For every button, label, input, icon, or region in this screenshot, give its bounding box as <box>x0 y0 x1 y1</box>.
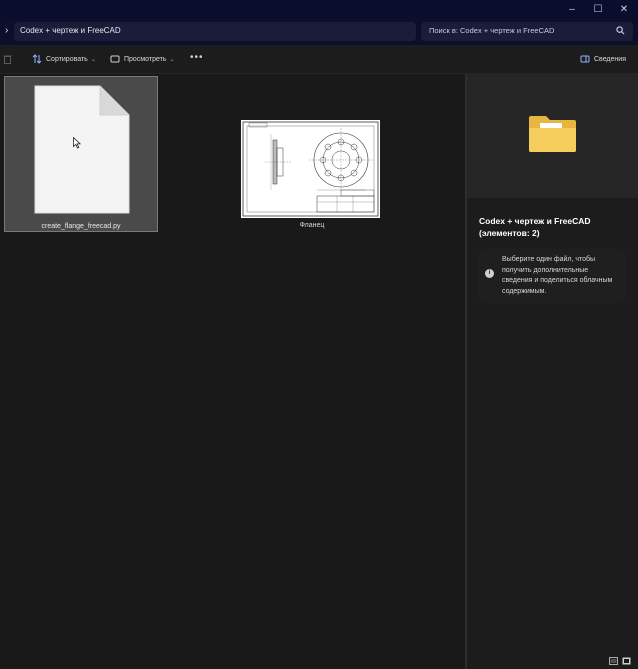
info-message: Выберите один файл, чтобы получить допол… <box>502 256 613 295</box>
chevron-right-icon[interactable]: › <box>5 25 8 36</box>
breadcrumb-folder[interactable]: Codex + чертеж и FreeCAD <box>20 26 121 35</box>
view-button[interactable]: Просмотреть ⌄ <box>110 53 175 65</box>
info-icon: i <box>485 269 494 278</box>
search-placeholder: Поиск в: Codex + чертеж и FreeCAD <box>429 26 555 35</box>
title-bar: – ☐ ✕ <box>0 0 638 18</box>
drawing-thumbnail[interactable] <box>241 120 380 218</box>
sort-label: Сортировать <box>46 55 88 63</box>
details-label: Сведения <box>594 55 626 63</box>
info-card: i Выберите один файл, чтобы получить доп… <box>479 249 625 303</box>
sort-button[interactable]: Сортировать ⌄ <box>32 53 96 65</box>
details-title: Codex + чертеж и FreeCAD (элементов: 2) <box>479 216 591 238</box>
search-input[interactable]: Поиск в: Codex + чертеж и FreeCAD <box>421 22 633 41</box>
sort-icon <box>32 54 42 64</box>
details-pane-button[interactable]: Сведения <box>580 53 626 65</box>
file-name[interactable]: create_flange_freecad.py <box>5 223 157 230</box>
delete-icon[interactable] <box>3 54 12 64</box>
search-icon[interactable] <box>616 26 625 35</box>
chevron-down-icon: ⌄ <box>90 56 96 63</box>
command-toolbar: Сортировать ⌄ Просмотреть ⌄ ••• Сведения <box>0 45 638 74</box>
minimize-button[interactable]: – <box>558 0 586 18</box>
details-pane-icon <box>580 55 590 63</box>
preview-area <box>467 74 638 198</box>
file-name[interactable]: Фланец <box>236 222 388 229</box>
document-icon <box>34 85 130 214</box>
details-view-icon[interactable] <box>609 657 618 665</box>
view-label: Просмотреть <box>124 55 167 63</box>
tiles-view-icon[interactable] <box>622 657 631 665</box>
close-button[interactable]: ✕ <box>610 0 638 18</box>
details-pane: Codex + чертеж и FreeCAD (элементов: 2) … <box>467 74 638 669</box>
maximize-button[interactable]: ☐ <box>584 0 612 18</box>
flange-drawing-image <box>242 121 379 217</box>
file-item-selected[interactable]: create_flange_freecad.py <box>4 76 158 232</box>
more-options-icon[interactable]: ••• <box>190 53 204 63</box>
folder-icon <box>529 116 576 152</box>
view-icon <box>110 55 120 63</box>
chevron-down-icon: ⌄ <box>169 56 175 63</box>
breadcrumb[interactable]: Codex + чертеж и FreeCAD <box>14 22 416 41</box>
view-toggles <box>609 657 631 665</box>
mouse-cursor-icon <box>73 137 81 149</box>
